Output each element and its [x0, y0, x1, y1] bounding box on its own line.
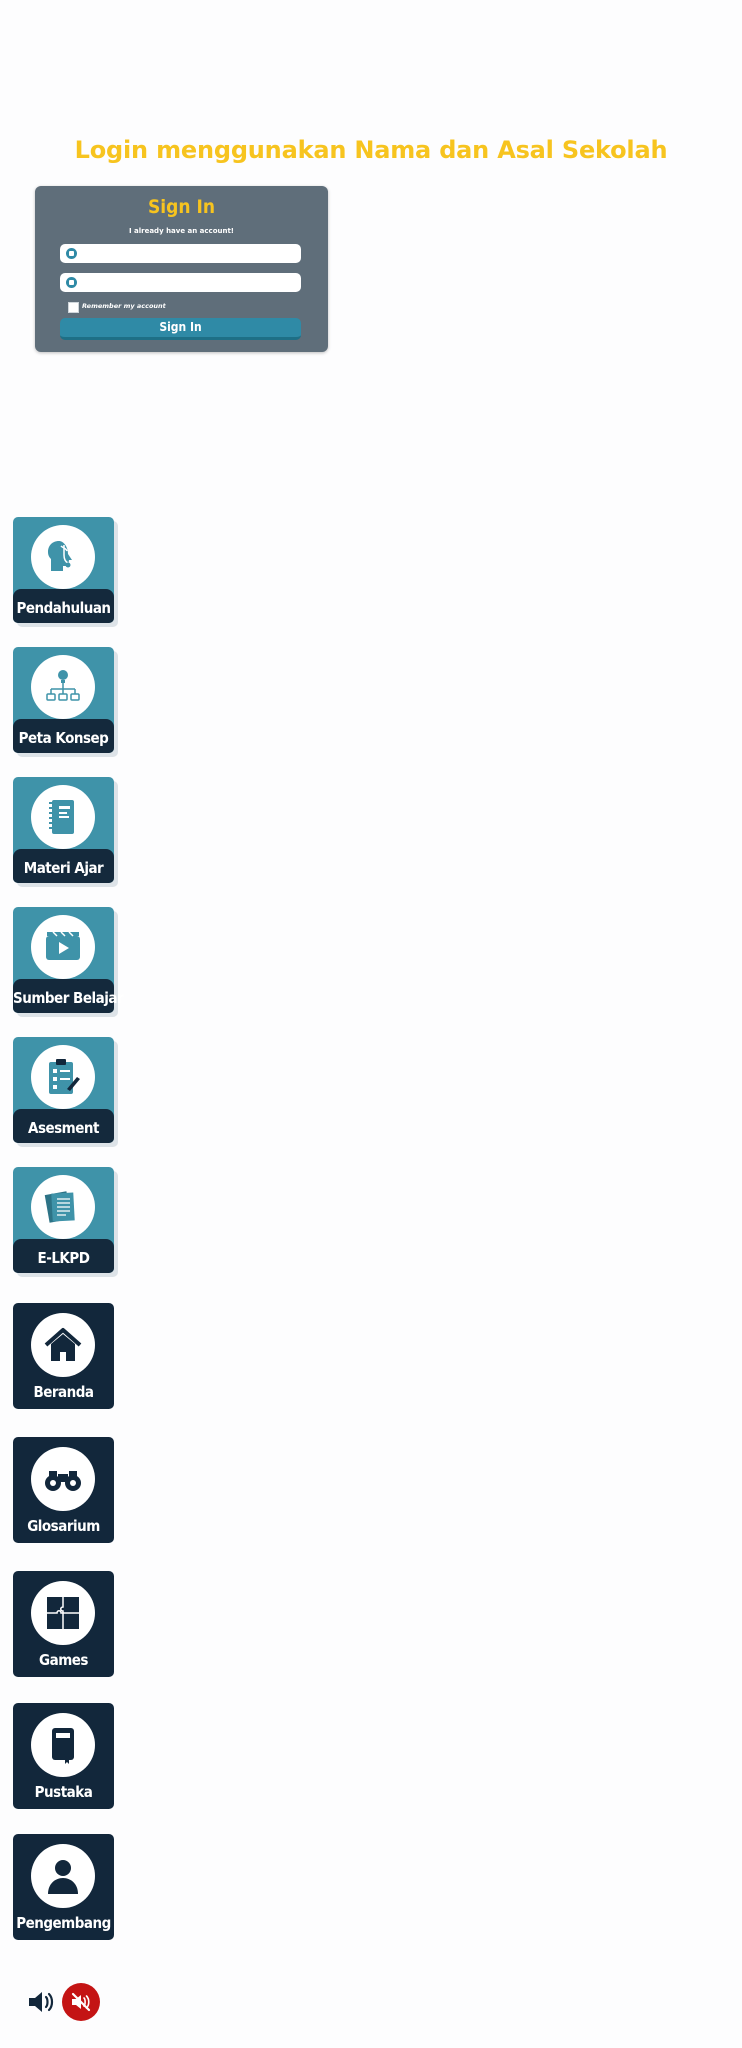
remember-checkbox[interactable] — [68, 302, 79, 313]
tile-label: Materi Ajar — [23, 859, 104, 877]
tile-label: Asesment — [28, 1119, 99, 1137]
tile-label: E-LKPD — [37, 1249, 90, 1267]
notebook-icon — [31, 785, 95, 849]
menu-tile-pendahuluan[interactable]: Pendahuluan — [13, 517, 114, 623]
tile-label: Beranda — [33, 1383, 94, 1401]
school-input[interactable] — [82, 273, 296, 292]
puzzle-icon — [31, 1581, 95, 1645]
tile-label: Sumber Belajar — [13, 989, 124, 1007]
menu-tile-asesment[interactable]: Asesment — [13, 1037, 114, 1143]
video-play-icon — [31, 915, 95, 979]
menu-tile-e-lkpd[interactable]: E-LKPD — [13, 1167, 114, 1273]
signin-title: Sign In — [147, 196, 216, 218]
tile-label: Glosarium — [27, 1517, 100, 1535]
menu-tile-glosarium[interactable]: Glosarium — [13, 1437, 114, 1543]
menu-tile-pustaka[interactable]: Pustaka — [13, 1703, 114, 1809]
user-field-icon — [66, 248, 77, 259]
binoculars-icon — [31, 1447, 95, 1511]
document-stack-icon — [31, 1175, 95, 1239]
tile-label: Pengembang — [16, 1914, 111, 1932]
menu-tile-beranda[interactable]: Beranda — [13, 1303, 114, 1409]
signin-card: Sign In I already have an account! Remem… — [35, 186, 328, 352]
signin-subtitle: I already have an account! — [128, 227, 235, 235]
clipboard-checklist-icon — [31, 1045, 95, 1109]
menu-tile-sumber-belajar[interactable]: Sumber Belajar — [13, 907, 124, 1013]
name-input[interactable] — [82, 244, 296, 263]
speaker-mute-icon — [71, 1992, 91, 2012]
tile-label: Pendahuluan — [16, 599, 111, 617]
menu-tile-materi-ajar[interactable]: Materi Ajar — [13, 777, 114, 883]
book-icon — [31, 1713, 95, 1777]
tile-label: Pustaka — [34, 1783, 93, 1801]
speaker-on-icon[interactable] — [26, 1987, 56, 2017]
remember-label: Remember my account — [82, 302, 166, 310]
login-headline: Login menggunakan Nama dan Asal Sekolah — [74, 136, 668, 164]
signin-button[interactable]: Sign In — [60, 318, 301, 340]
speaker-mute-button[interactable] — [62, 1983, 100, 2021]
home-icon — [31, 1313, 95, 1377]
menu-tile-pengembang[interactable]: Pengembang — [13, 1834, 114, 1940]
tile-label: Peta Konsep — [18, 729, 109, 747]
user-icon — [31, 1844, 95, 1908]
head-stethoscope-icon — [31, 525, 95, 589]
name-field[interactable] — [60, 244, 301, 263]
school-field[interactable] — [60, 273, 301, 292]
menu-tile-peta-konsep[interactable]: Peta Konsep — [13, 647, 114, 753]
school-field-icon — [66, 277, 77, 288]
lightbulb-hierarchy-icon — [31, 655, 95, 719]
tile-label: Games — [39, 1651, 88, 1669]
menu-tile-games[interactable]: Games — [13, 1571, 114, 1677]
